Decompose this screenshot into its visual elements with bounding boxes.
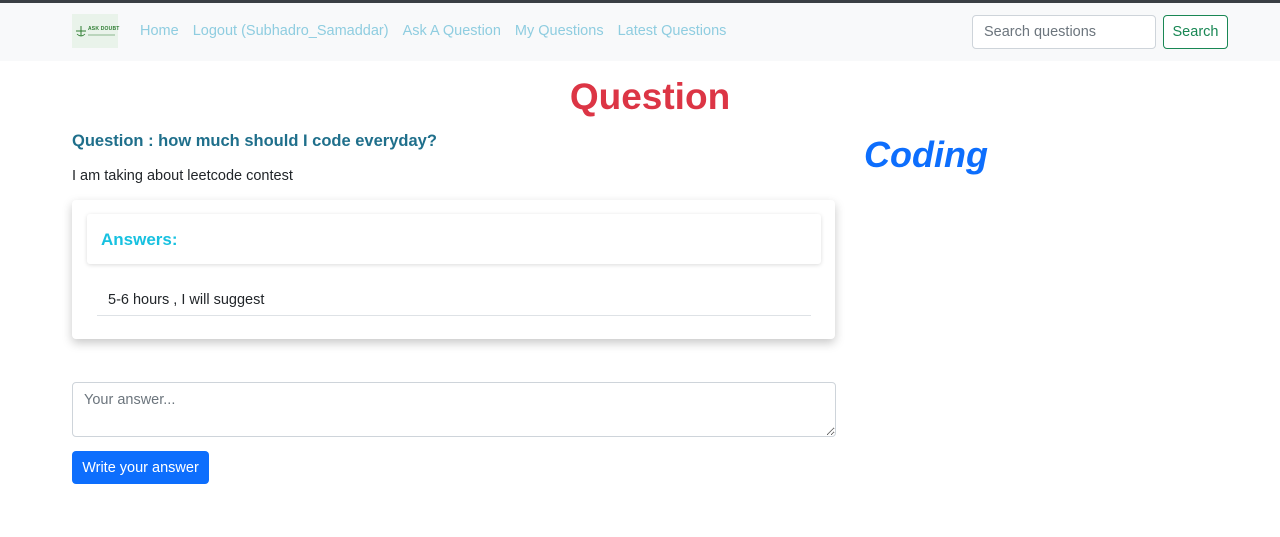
nav-links: Home Logout (Subhadro_Samaddar) Ask A Qu… (140, 23, 726, 39)
logo-text: ASK DOUBT (88, 26, 120, 32)
nav-link-logout[interactable]: Logout (Subhadro_Samaddar) (193, 23, 389, 39)
answer-textarea[interactable] (72, 382, 836, 437)
answers-card: Answers: 5-6 hours , I will suggest (72, 200, 835, 339)
write-answer-button[interactable]: Write your answer (72, 451, 209, 484)
answers-header: Answers: (87, 214, 821, 264)
answers-heading: Answers: (101, 230, 178, 249)
nav-link-home[interactable]: Home (140, 23, 179, 39)
question-category: Coding (864, 134, 988, 175)
page-title: Question (569, 76, 731, 117)
site-logo[interactable]: ASK DOUBT (72, 14, 120, 48)
answer-text: 5-6 hours , I will suggest (108, 292, 265, 308)
nav-link-my-questions[interactable]: My Questions (515, 23, 604, 39)
question-title: Question : how much should I code everyd… (72, 132, 437, 150)
navbar: ASK DOUBT Home Logout (Subhadro_Samaddar… (0, 3, 1280, 61)
answer-list-item: 5-6 hours , I will suggest (97, 284, 811, 316)
search-button[interactable]: Search (1163, 15, 1228, 49)
nav-link-latest-questions[interactable]: Latest Questions (618, 23, 727, 39)
search-input[interactable] (972, 15, 1156, 49)
nav-link-ask-question[interactable]: Ask A Question (403, 23, 501, 39)
question-body: I am taking about leetcode contest (72, 168, 293, 184)
